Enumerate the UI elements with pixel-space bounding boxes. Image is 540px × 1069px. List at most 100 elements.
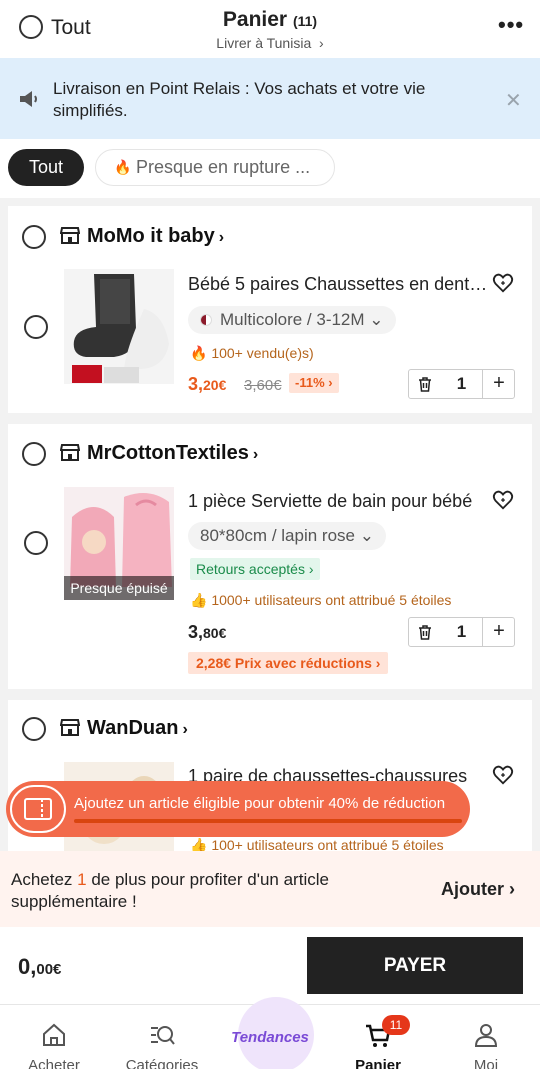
tab-cart[interactable]: 11 Panier: [324, 1005, 432, 1069]
add-item-button[interactable]: Ajouter ›: [441, 879, 515, 900]
thumbs-up-icon: 👍: [190, 592, 208, 608]
price-integer: 3,: [188, 622, 204, 642]
toast-text: Ajoutez un article éligible pour obtenir…: [74, 795, 446, 812]
product-title[interactable]: Bébé 5 paires Chaussettes en dentelle: [188, 274, 488, 295]
page-title-text: Panier: [222, 8, 288, 31]
filter-bar: Tout 🔥 Presque en rupture ...: [0, 139, 540, 198]
page-title: Panier (11): [0, 8, 540, 32]
chevron-right-icon: ›: [252, 446, 259, 463]
categories-search-icon: [151, 1026, 175, 1045]
store-select-radio[interactable]: [22, 225, 46, 249]
discount-badge[interactable]: -11% ›: [289, 373, 339, 393]
filter-chip-all[interactable]: Tout: [8, 149, 84, 186]
bottom-tab-bar: Acheter Catégories Tendances 11 Panier M…: [0, 997, 540, 1069]
store-name-text: MrCottonTextiles: [87, 442, 249, 464]
total-decimal: 00€: [36, 961, 62, 978]
close-icon[interactable]: ✕: [505, 88, 522, 113]
product-price: 3,80€: [188, 622, 226, 643]
filter-chip-low-stock-label: Presque en rupture ...: [136, 157, 311, 177]
coupon-icon: [10, 785, 66, 833]
item-select-radio[interactable]: [24, 315, 48, 339]
wishlist-heart-icon[interactable]: [492, 272, 514, 294]
trash-icon: [419, 625, 431, 640]
upsell-banner: Achetez 1 de plus pour profiter d'un art…: [0, 851, 540, 927]
store-name[interactable]: WanDuan ›: [87, 717, 188, 740]
product-title[interactable]: 1 pièce Serviette de bain pour bébé: [188, 491, 488, 512]
nearly-sold-out-overlay: Presque épuisé: [64, 576, 174, 600]
checkout-bar: 0,00€ PAYER: [0, 927, 540, 1004]
rating-text: 1000+ utilisateurs ont attribué 5 étoile…: [211, 592, 452, 608]
variant-text: 80*80cm / lapin rose: [200, 526, 355, 545]
increase-quantity-button[interactable]: +: [482, 618, 515, 646]
user-icon: [474, 1024, 498, 1047]
sold-count: 🔥 100+ vendu(e)s): [190, 345, 314, 362]
tab-me[interactable]: Moi: [432, 1005, 540, 1069]
discount-toast[interactable]: Ajoutez un article éligible pour obtenir…: [6, 781, 470, 837]
delete-item-button[interactable]: [409, 618, 441, 646]
discounted-price-badge[interactable]: 2,28€ Prix avec réductions ›: [188, 652, 389, 674]
cart-count: (11): [292, 13, 318, 29]
item-select-radio[interactable]: [24, 531, 48, 555]
quantity-value[interactable]: 1: [441, 618, 482, 646]
tab-trends[interactable]: Tendances: [216, 997, 324, 1069]
tab-shop[interactable]: Acheter: [0, 1005, 108, 1069]
variant-text: Multicolore / 3-12M: [220, 310, 365, 329]
delivery-text: Livrer à Tunisia: [216, 35, 312, 51]
notice-banner: Livraison en Point Relais : Vos achats e…: [0, 58, 540, 139]
wishlist-heart-icon[interactable]: [492, 489, 514, 511]
quantity-value[interactable]: 1: [441, 370, 482, 398]
upsell-text-start: Achetez: [11, 870, 78, 889]
store-card: MrCottonTextiles › Presque épuisé 1 pièce…: [8, 424, 532, 689]
delete-item-button[interactable]: [409, 370, 441, 398]
sold-count-text: 100+ vendu(e)s): [211, 345, 314, 361]
variant-selector[interactable]: 80*80cm / lapin rose ⌄: [188, 522, 386, 550]
chevron-right-icon: ›: [319, 35, 324, 51]
chevron-right-icon: ›: [182, 721, 188, 738]
returns-accepted-badge[interactable]: Retours acceptés ›: [190, 558, 320, 580]
color-swatch: [200, 314, 212, 326]
chevron-down-icon: ⌄: [359, 526, 374, 545]
tab-categories[interactable]: Catégories: [108, 1005, 216, 1069]
store-name-text: MoMo it baby: [87, 225, 215, 247]
store-select-radio[interactable]: [22, 442, 46, 466]
delivery-selector[interactable]: Livrer à Tunisia ›: [0, 35, 540, 51]
store-icon: [60, 227, 80, 244]
quantity-stepper: 1 +: [408, 369, 515, 399]
toast-progress-bar: [74, 819, 462, 823]
original-price: 3,60€: [244, 377, 282, 394]
home-icon: [43, 1023, 65, 1046]
speaker-icon: [20, 91, 37, 107]
store-select-radio[interactable]: [22, 717, 46, 741]
tab-label: Acheter: [28, 1057, 80, 1069]
price-integer: 3,: [188, 374, 204, 394]
notice-text: Livraison en Point Relais : Vos achats e…: [53, 79, 426, 120]
increase-quantity-button[interactable]: +: [482, 370, 515, 398]
tab-label: Tendances: [231, 1029, 309, 1046]
product-image[interactable]: [64, 269, 174, 384]
filter-chip-low-stock[interactable]: 🔥 Presque en rupture ...: [95, 149, 335, 186]
wishlist-heart-icon[interactable]: [492, 764, 514, 786]
upsell-text: Achetez 1 de plus pour profiter d'un art…: [11, 869, 411, 913]
store-name[interactable]: MoMo it baby ›: [87, 225, 224, 248]
tab-label: Catégories: [125, 1057, 199, 1069]
trash-icon: [419, 377, 431, 392]
chevron-right-icon: ›: [218, 229, 225, 246]
pay-button[interactable]: PAYER: [307, 937, 523, 994]
store-name[interactable]: MrCottonTextiles ›: [87, 442, 258, 465]
rating-info: 👍 1000+ utilisateurs ont attribué 5 étoi…: [190, 592, 451, 609]
price-decimal: 20€: [203, 377, 227, 393]
fire-icon: 🔥: [190, 345, 208, 361]
fire-icon: 🔥: [114, 159, 132, 175]
header: Tout Panier (11) Livrer à Tunisia › •••: [0, 0, 540, 58]
chevron-down-icon: ⌄: [369, 310, 384, 329]
variant-selector[interactable]: Multicolore / 3-12M ⌄: [188, 306, 396, 334]
cart-count-badge: 11: [382, 1015, 410, 1035]
product-price: 3,20€: [188, 374, 226, 395]
tab-label: Moi: [473, 1057, 499, 1069]
upsell-count: 1: [77, 870, 87, 889]
quantity-stepper: 1 +: [408, 617, 515, 647]
store-card: MoMo it baby › Bébé 5 paires Chaussettes …: [8, 206, 532, 413]
total-integer: 0,: [18, 954, 37, 979]
store-icon: [60, 719, 80, 736]
more-options-icon[interactable]: •••: [498, 12, 524, 38]
